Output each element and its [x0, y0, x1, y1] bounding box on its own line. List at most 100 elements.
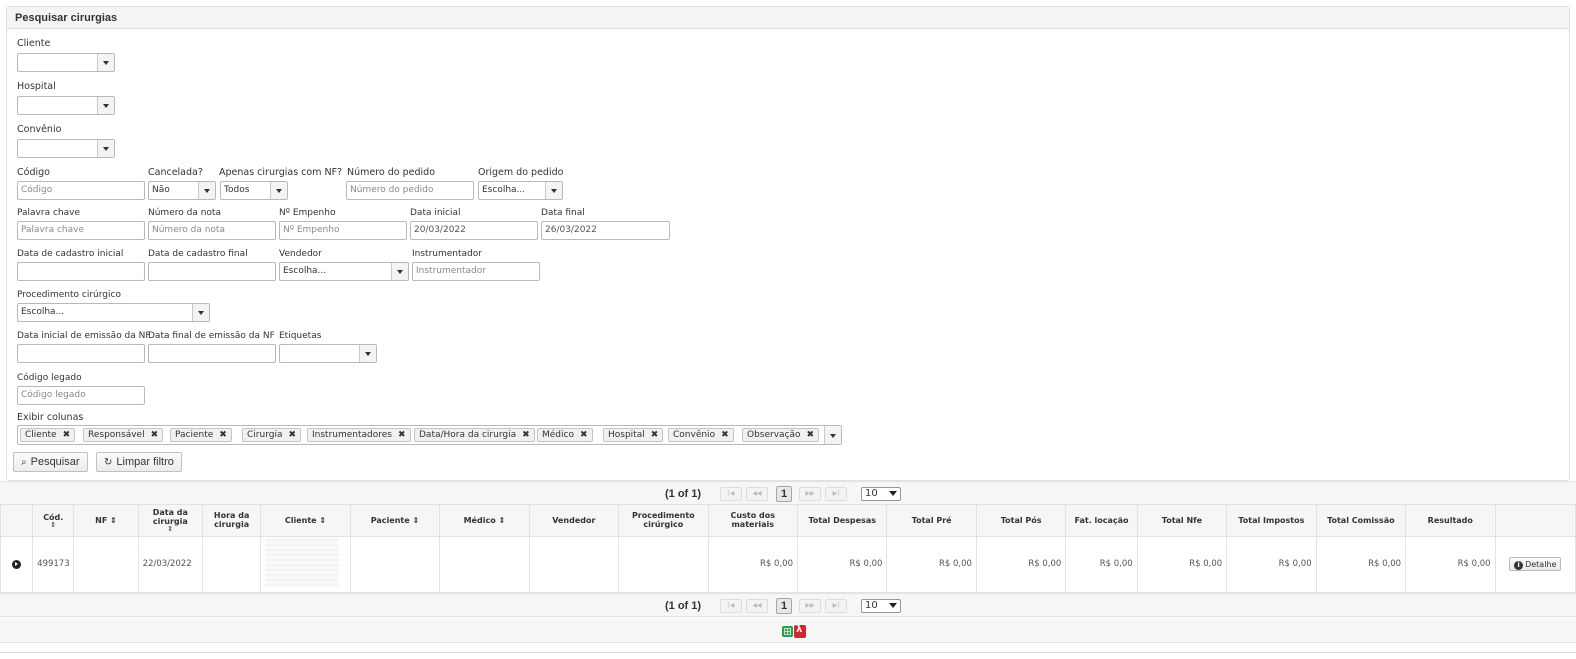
apenas-nf-select[interactable]: Todos: [220, 181, 288, 200]
col-medico[interactable]: Médico ⇕: [439, 505, 530, 537]
column-chip[interactable]: Médico ✖: [537, 428, 593, 442]
col-cod[interactable]: Cód. ⇕: [32, 505, 75, 537]
emissao-final-input[interactable]: [148, 344, 276, 363]
prev-page-icon[interactable]: ◀◀: [746, 487, 768, 501]
cell-hora-cirurgia: [201, 535, 262, 593]
cadastro-inicial-input[interactable]: [17, 262, 145, 281]
remove-icon[interactable]: ✖: [398, 430, 406, 440]
first-page-icon[interactable]: |◀: [720, 599, 742, 613]
col-vendedor: Vendedor: [528, 505, 620, 537]
limpar-filtro-button[interactable]: ↻ Limpar filtro: [96, 452, 182, 472]
detalhe-button[interactable]: i Detalhe: [1509, 557, 1562, 571]
col-total-pre: Total Pré: [886, 505, 977, 537]
remove-icon[interactable]: ✖: [580, 430, 588, 440]
instrumentador-input[interactable]: Instrumentador: [412, 262, 540, 281]
cadastro-final-label: Data de cadastro final: [148, 249, 248, 259]
last-page-icon[interactable]: ▶|: [825, 487, 847, 501]
last-page-icon[interactable]: ▶|: [825, 599, 847, 613]
cell-custo-materiais: R$ 0,00: [707, 535, 798, 593]
numero-pedido-input[interactable]: Número do pedido: [346, 181, 474, 200]
cell-cod: 499173: [32, 535, 75, 593]
remove-icon[interactable]: ✖: [807, 430, 815, 440]
col-paciente[interactable]: Paciente ⇕: [349, 505, 441, 537]
column-chip[interactable]: Hospital ✖: [603, 428, 664, 442]
remove-icon[interactable]: ✖: [151, 430, 159, 440]
column-chip[interactable]: Responsável ✖: [83, 428, 164, 442]
column-chip[interactable]: Paciente ✖: [170, 428, 232, 442]
chevron-down-icon: [97, 140, 114, 157]
origem-pedido-select[interactable]: Escolha...: [478, 181, 563, 200]
data-inicial-input[interactable]: 20/03/2022: [410, 221, 538, 240]
cell-nf: [73, 535, 139, 593]
palavra-chave-input[interactable]: Palavra chave: [17, 221, 145, 240]
chevron-down-icon[interactable]: [824, 426, 841, 444]
convenio-select[interactable]: [17, 139, 115, 158]
pdf-icon[interactable]: [794, 624, 806, 638]
cancelada-value: Não: [152, 185, 170, 195]
etiquetas-select[interactable]: [279, 344, 377, 363]
sort-icon: ⇕: [110, 515, 117, 525]
rows-per-page-select[interactable]: 10: [861, 487, 901, 501]
remove-icon[interactable]: ✖: [288, 430, 296, 440]
column-chip[interactable]: Instrumentadores ✖: [307, 428, 411, 442]
first-page-icon[interactable]: |◀: [720, 487, 742, 501]
remove-icon[interactable]: ✖: [63, 430, 71, 440]
col-resultado: Resultado: [1405, 505, 1496, 537]
remove-icon[interactable]: ✖: [651, 430, 659, 440]
emissao-inicial-input[interactable]: [17, 344, 145, 363]
expand-row-icon[interactable]: [12, 559, 22, 569]
column-chip[interactable]: Data/Hora da cirurgia ✖: [414, 428, 535, 442]
col-total-impostos: Total Impostos: [1226, 505, 1317, 537]
prev-page-icon[interactable]: ◀◀: [746, 599, 768, 613]
pesquisar-button[interactable]: ⌕ Pesquisar: [13, 452, 88, 472]
codigo-legado-label: Código legado: [17, 373, 82, 383]
row-toggler-cell[interactable]: [0, 535, 34, 593]
exibir-colunas-label: Exibir colunas: [17, 412, 84, 423]
col-toggle: [0, 505, 34, 537]
chevron-down-icon: [97, 97, 114, 114]
col-actions: [1494, 505, 1576, 537]
cell-procedimento: [618, 535, 709, 593]
procedimento-select[interactable]: Escolha...: [17, 303, 210, 322]
col-custo-materiais: Custo dos materiais: [707, 505, 798, 537]
page-1-button[interactable]: 1: [776, 486, 792, 502]
codigo-legado-input[interactable]: Código legado: [17, 386, 145, 405]
hospital-select[interactable]: [17, 96, 115, 115]
excel-icon[interactable]: [782, 626, 793, 637]
column-chip[interactable]: Convênio ✖: [668, 428, 734, 442]
cirurgias-table: Cód. ⇕ NF ⇕ Data da cirurgia ⇕ Hora da cir…: [0, 505, 1576, 593]
remove-icon[interactable]: ✖: [219, 430, 227, 440]
table-row: 499173 22/03/2022 R$ 0,00 R$ 0,00 R$ 0,0…: [0, 535, 1576, 593]
cell-data-cirurgia: 22/03/2022: [137, 535, 203, 593]
remove-icon[interactable]: ✖: [522, 430, 530, 440]
next-page-icon[interactable]: ▶▶: [799, 487, 821, 501]
rows-per-page-select[interactable]: 10: [861, 599, 901, 613]
convenio-label: Convênio: [17, 124, 62, 135]
codigo-input[interactable]: Código: [17, 181, 145, 200]
col-procedimento: Procedimento cirúrgico: [618, 505, 709, 537]
chevron-down-icon: [391, 263, 408, 280]
cancelada-select[interactable]: Não: [148, 181, 216, 200]
next-page-icon[interactable]: ▶▶: [799, 599, 821, 613]
page-1-button[interactable]: 1: [776, 598, 792, 614]
empenho-input[interactable]: Nº Empenho: [279, 221, 407, 240]
col-data-cirurgia[interactable]: Data da cirurgia ⇕: [137, 505, 203, 537]
sort-icon: ⇕: [50, 520, 57, 529]
exibir-colunas-multiselect[interactable]: Cliente ✖ Responsável ✖ Paciente ✖ Cirurgia…: [17, 425, 842, 445]
column-chip[interactable]: Observação ✖: [742, 428, 820, 442]
column-chip[interactable]: Cliente ✖: [20, 428, 76, 442]
chevron-down-icon: [359, 345, 376, 362]
remove-icon[interactable]: ✖: [721, 430, 729, 440]
col-nf[interactable]: NF ⇕: [73, 505, 139, 537]
vendedor-value: Escolha...: [283, 266, 327, 276]
cell-cliente: [260, 535, 351, 593]
col-cliente[interactable]: Cliente ⇕: [260, 505, 351, 537]
table-header-row: Cód. ⇕ NF ⇕ Data da cirurgia ⇕ Hora da cir…: [0, 505, 1576, 537]
palavra-chave-label: Palavra chave: [17, 208, 80, 218]
numero-nota-input[interactable]: Número da nota: [148, 221, 276, 240]
vendedor-select[interactable]: Escolha...: [279, 262, 409, 281]
column-chip[interactable]: Cirurgia ✖: [242, 428, 302, 442]
cadastro-final-input[interactable]: [148, 262, 276, 281]
data-final-input[interactable]: 26/03/2022: [541, 221, 670, 240]
cliente-select[interactable]: [17, 53, 115, 72]
